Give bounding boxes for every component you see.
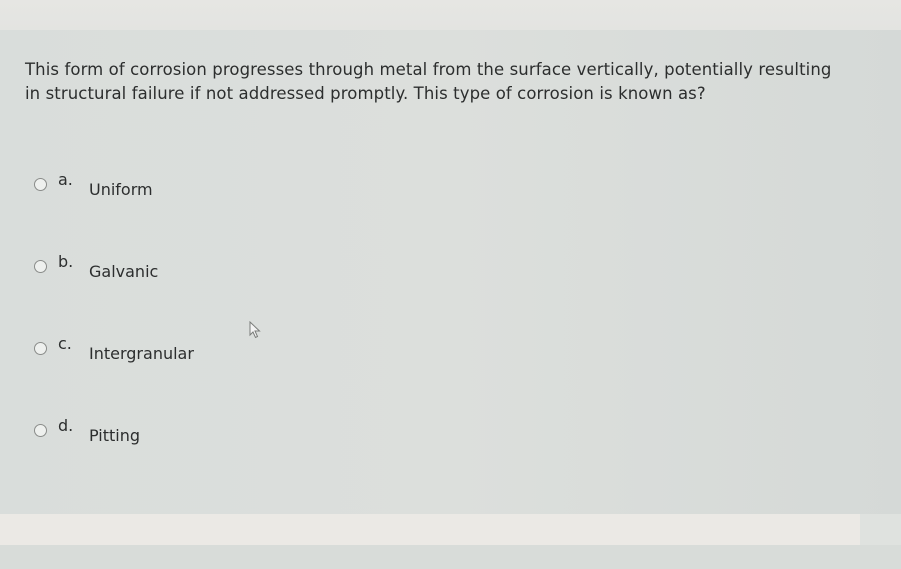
option-letter: a. bbox=[58, 170, 73, 189]
option-label[interactable]: Intergranular bbox=[89, 344, 194, 363]
question-text: This form of corrosion progresses throug… bbox=[25, 60, 832, 103]
option-label[interactable]: Pitting bbox=[89, 426, 140, 445]
radio-button-icon[interactable] bbox=[34, 424, 47, 437]
bottom-bar bbox=[0, 514, 860, 545]
bottom-area bbox=[0, 545, 901, 569]
top-strip bbox=[0, 0, 901, 30]
question-panel: This form of corrosion progresses throug… bbox=[0, 30, 901, 514]
option-label[interactable]: Galvanic bbox=[89, 262, 158, 281]
option-letter: b. bbox=[58, 252, 74, 271]
option-label[interactable]: Uniform bbox=[89, 180, 153, 199]
radio-button-icon[interactable] bbox=[34, 260, 47, 273]
arrow-pointer-icon bbox=[249, 321, 261, 339]
option-letter: d. bbox=[58, 416, 74, 435]
radio-button-icon[interactable] bbox=[34, 178, 47, 191]
option-letter: c. bbox=[58, 334, 72, 353]
radio-button-icon[interactable] bbox=[34, 342, 47, 355]
